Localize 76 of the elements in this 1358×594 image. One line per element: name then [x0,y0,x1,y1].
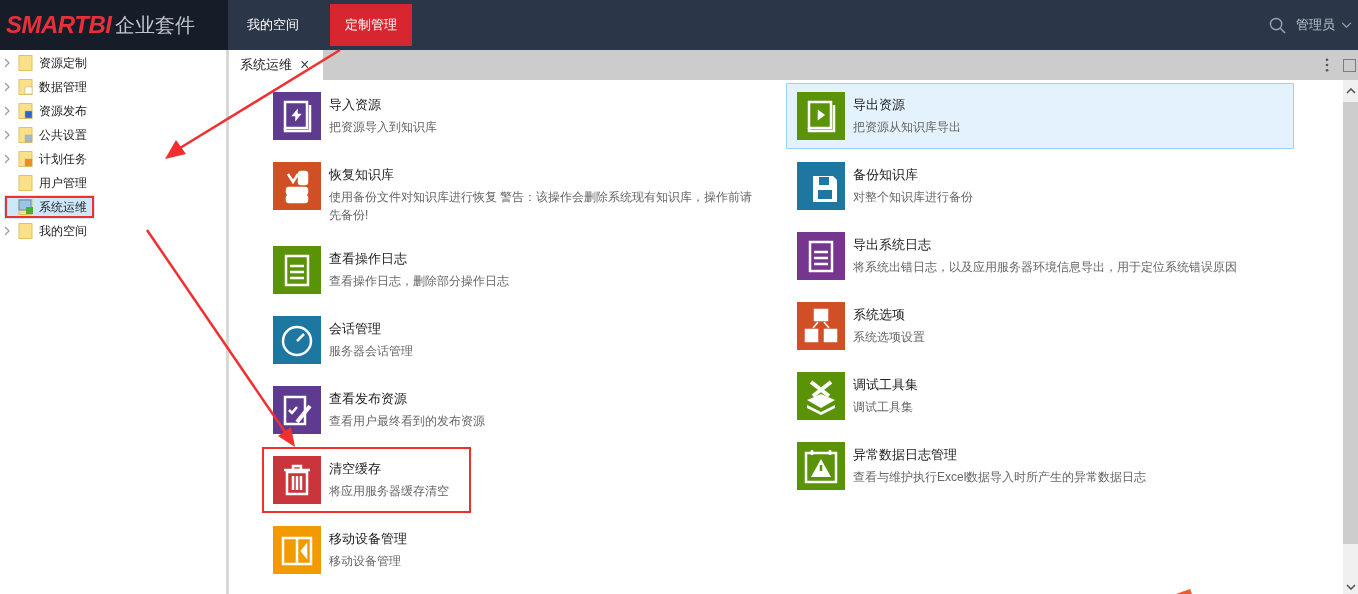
item-description: 查看用户最终看到的发布资源 [329,413,485,430]
item-description: 使用备份文件对知识库进行恢复 警告：该操作会删除系统现有知识库，操作前请先备份! [329,189,754,224]
chevron-right-icon[interactable] [4,82,10,92]
logo-brand: SMARTBI [6,11,112,39]
item-title: 导出资源 [853,96,906,114]
search-icon[interactable] [1269,16,1286,34]
item-title: 调试工具集 [853,376,918,394]
folder-icon [18,79,34,95]
item-description: 查看操作日志，删除部分操作日志 [329,273,509,290]
item-title: 恢复知识库 [329,166,395,184]
tab[interactable]: 系统运维 × [229,50,324,80]
tree-item[interactable]: 资源定制 [0,51,226,75]
chevron-right-icon[interactable] [4,58,10,68]
item-description: 将应用服务器缓存清空 [329,483,449,500]
logo-suffix: 企业套件 [115,12,196,38]
scroll-down-icon[interactable] [1345,584,1356,590]
nav-tab[interactable]: 我的空间 [232,4,314,46]
scroll-up-icon[interactable] [1345,88,1356,94]
folder-icon [18,55,34,71]
scrollbar[interactable] [1343,80,1358,594]
more-icon[interactable] [1325,58,1329,72]
annotation-arrow [1176,589,1192,594]
chevron-right-icon[interactable] [4,106,10,116]
function-item[interactable]: 导入资源 把资源导入到知识库 [262,83,770,149]
folder-icon [18,223,34,239]
function-item[interactable]: 调试工具集 调试工具集 [786,363,1294,429]
close-button[interactable]: × [300,56,310,74]
function-item[interactable]: 导出资源 把资源从知识库导出 [786,83,1294,149]
function-item[interactable]: 查看发布资源 查看用户最终看到的发布资源 [262,377,770,443]
user-menu[interactable]: 管理员 [1296,16,1335,34]
function-item[interactable]: 会话管理 服务器会话管理 [262,307,770,373]
tree-item[interactable]: 数据管理 [0,75,226,99]
function-item[interactable]: 清空缓存 将应用服务器缓存清空 [262,447,471,513]
item-title: 备份知识库 [853,166,919,184]
function-item[interactable]: 移动设备管理 移动设备管理 [262,517,770,583]
item-description: 查看与维护执行Excel数据导入时所产生的异常数据日志 [853,469,1147,486]
item-description: 服务器会话管理 [329,343,413,360]
maximize-icon[interactable] [1343,58,1356,72]
folder-icon [18,103,34,119]
item-description: 移动设备管理 [329,553,402,570]
function-item[interactable]: 查看操作日志 查看操作日志，删除部分操作日志 [262,237,770,303]
item-title: 查看发布资源 [329,390,408,408]
tree-item[interactable]: 资源发布 [0,99,226,123]
item-description: 对整个知识库进行备份 [853,189,973,206]
item-title: 导出系统日志 [853,236,932,254]
chevron-right-icon[interactable] [4,154,10,164]
tree-item[interactable]: 公共设置 [0,123,226,147]
folder-icon [18,175,34,191]
item-title: 清空缓存 [329,460,382,478]
folder-icon [18,127,34,143]
tree-item[interactable]: 系统运维 [4,195,95,219]
item-description: 系统选项设置 [853,329,925,346]
item-title: 异常数据日志管理 [853,446,958,464]
chevron-down-icon[interactable] [1341,21,1352,29]
tree-item[interactable]: 我的空间 [0,219,226,243]
chevron-right-icon[interactable] [4,130,10,140]
item-title: 会话管理 [329,320,382,338]
function-item[interactable]: 系统选项 系统选项设置 [786,293,1294,359]
tree-item[interactable]: 计划任务 [0,147,226,171]
item-description: 把资源导入到知识库 [329,119,437,136]
item-title: 系统选项 [853,306,906,324]
item-title: 查看操作日志 [329,250,408,268]
item-title: 导入资源 [329,96,382,114]
function-item[interactable]: 导出系统日志 将系统出错日志，以及应用服务器环境信息导出，用于定位系统错误原因 [786,223,1294,289]
item-description: 将系统出错日志，以及应用服务器环境信息导出，用于定位系统错误原因 [853,259,1237,276]
nav-tab[interactable]: 定制管理 [330,4,412,46]
function-item[interactable]: 异常数据日志管理 查看与维护执行Excel数据导入时所产生的异常数据日志 [786,433,1294,499]
chevron-right-icon[interactable] [4,226,10,236]
folder-icon [18,151,34,167]
folder-icon [18,199,34,215]
function-item[interactable]: 备份知识库 对整个知识库进行备份 [786,153,1294,219]
item-description: 把资源从知识库导出 [853,119,961,136]
tree-item[interactable]: 用户管理 [0,171,226,195]
item-title: 移动设备管理 [329,530,407,548]
item-description: 调试工具集 [853,399,914,416]
function-item[interactable]: 恢复知识库 使用备份文件对知识库进行恢复 警告：该操作会删除系统现有知识库，操作前请先备份! [262,153,770,233]
